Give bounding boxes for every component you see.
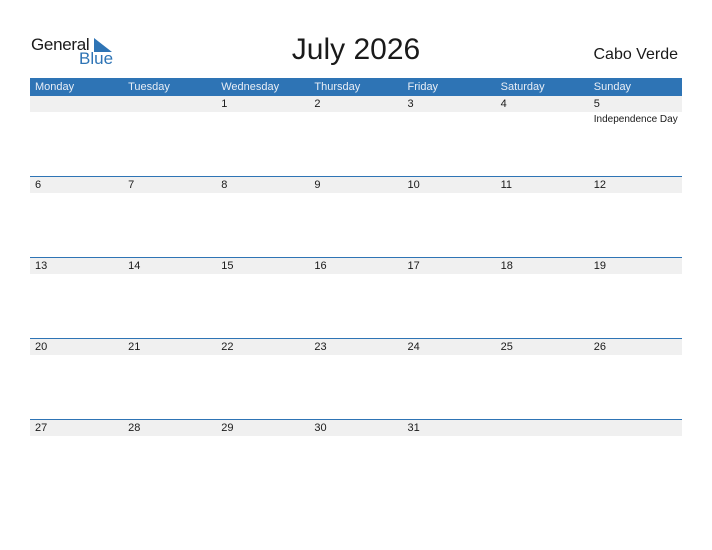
day-cell: 30 [309,420,402,501]
day-cell: 27 [30,420,123,501]
day-number: 31 [407,422,420,434]
day-number: 23 [314,341,327,353]
week-row: 27 28 29 30 31 [30,419,682,501]
day-cell: 20 [30,339,123,420]
day-cell: 13 [30,258,123,339]
weekday-header: Monday Tuesday Wednesday Thursday Friday… [30,78,682,96]
day-number: 1 [221,98,228,110]
weekday-thursday: Thursday [314,81,361,93]
day-number: 2 [314,98,321,110]
day-number: 12 [593,179,606,191]
day-cell: 31 [403,420,496,501]
day-cell [30,96,123,177]
day-number: 5 [593,98,600,110]
day-number: 10 [407,179,420,191]
day-cell: 19 [589,258,682,339]
day-cell: 9 [309,177,402,258]
day-cell: 4 [496,96,589,177]
holiday-label: Independence Day [593,114,678,125]
day-cell: 25 [496,339,589,420]
day-number: 6 [35,179,42,191]
day-number: 26 [593,341,606,353]
day-cell [496,420,589,501]
day-number: 30 [314,422,327,434]
day-number: 27 [35,422,48,434]
week-row: 13 14 15 16 17 18 19 [30,257,682,339]
day-number: 16 [314,260,327,272]
day-number: 28 [128,422,141,434]
weekday-monday: Monday [35,81,75,93]
day-number: 8 [221,179,228,191]
day-cell: 26 [589,339,682,420]
day-cell: 16 [309,258,402,339]
day-cell: 24 [403,339,496,420]
week-cells: 13 14 15 16 17 18 19 [30,258,682,339]
week-cells: 6 7 8 9 10 11 12 [30,177,682,258]
day-cell: 14 [123,258,216,339]
weekday-friday: Friday [407,81,439,93]
week-row: 6 7 8 9 10 11 12 [30,176,682,258]
day-cell: 7 [123,177,216,258]
day-cell: 11 [496,177,589,258]
day-cell: 23 [309,339,402,420]
day-cell: 28 [123,420,216,501]
week-cells: 20 21 22 23 24 25 26 [30,339,682,420]
day-number: 7 [128,179,135,191]
day-cell [589,420,682,501]
day-number: 9 [314,179,321,191]
day-cell: 1 [216,96,309,177]
day-number: 11 [500,179,513,191]
day-cell: 18 [496,258,589,339]
day-cell: 21 [123,339,216,420]
day-number: 3 [407,98,414,110]
weekday-saturday: Saturday [500,81,545,93]
day-cell: 15 [216,258,309,339]
day-cell: 17 [403,258,496,339]
day-cell: 12 [589,177,682,258]
day-number: 4 [500,98,507,110]
day-number: 17 [407,260,420,272]
day-number: 20 [35,341,48,353]
day-cell: 10 [403,177,496,258]
day-cell: 22 [216,339,309,420]
day-cell: 8 [216,177,309,258]
day-cell: 6 [30,177,123,258]
day-cell [123,96,216,177]
week-row: 1 2 3 4 5 Independence Day [30,96,682,177]
day-cell: 2 [309,96,402,177]
day-number: 25 [500,341,513,353]
day-number: 18 [500,260,513,272]
day-number: 13 [35,260,48,272]
day-cell: 5 Independence Day [589,96,682,177]
day-number: 21 [128,341,141,353]
weekday-wednesday: Wednesday [221,81,280,93]
weekday-tuesday: Tuesday [128,81,170,93]
day-number: 29 [221,422,234,434]
day-number: 24 [407,341,420,353]
weekday-sunday: Sunday [593,81,632,93]
day-number: 19 [593,260,606,272]
day-cell: 29 [216,420,309,501]
day-cell: 3 [403,96,496,177]
day-number: 14 [128,260,141,272]
week-cells: 27 28 29 30 31 [30,420,682,501]
day-number: 15 [221,260,234,272]
day-number: 22 [221,341,234,353]
country-label: Cabo Verde [593,46,678,63]
week-cells: 1 2 3 4 5 Independence Day [30,96,682,177]
week-row: 20 21 22 23 24 25 26 [30,338,682,420]
